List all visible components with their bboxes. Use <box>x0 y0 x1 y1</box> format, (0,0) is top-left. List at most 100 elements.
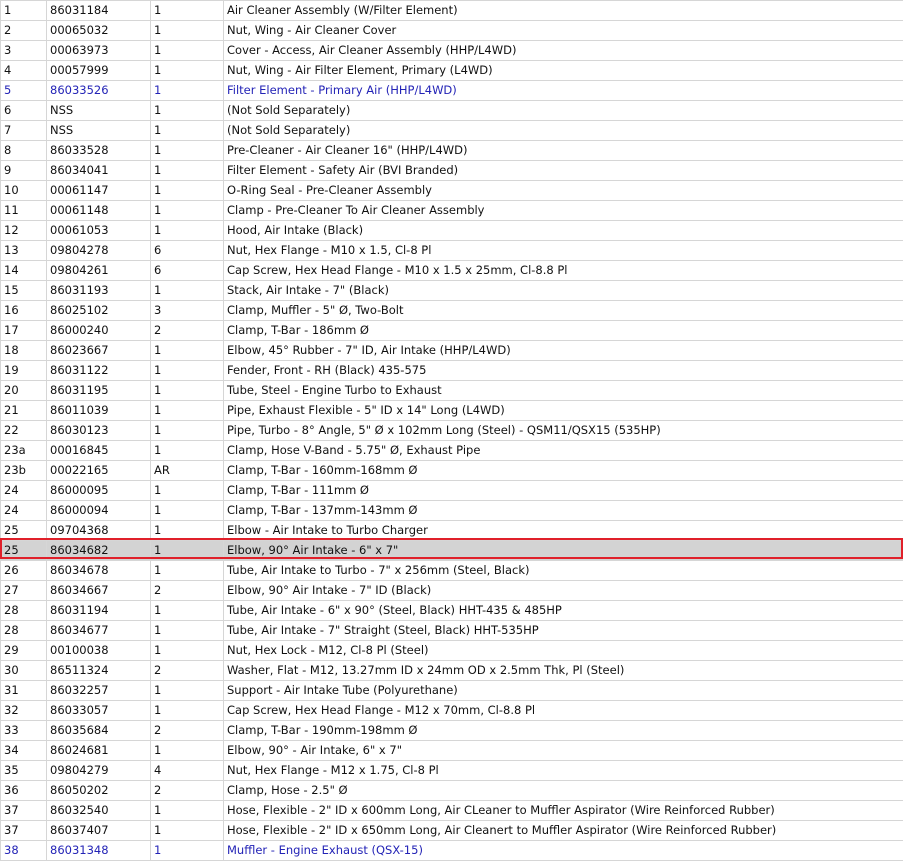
table-row-selected[interactable]: 25860346821Elbow, 90° Air Intake - 6" x … <box>1 541 903 561</box>
ref-number-cell: 9 <box>1 161 47 181</box>
table-row[interactable]: 2000650321Nut, Wing - Air Cleaner Cover <box>1 21 903 41</box>
ref-number-cell: 28 <box>1 601 47 621</box>
table-row[interactable]: 19860311221Fender, Front - RH (Black) 43… <box>1 361 903 381</box>
table-row[interactable]: 34860246811Elbow, 90° - Air Intake, 6" x… <box>1 741 903 761</box>
quantity-cell[interactable]: 1 <box>151 81 224 101</box>
table-row[interactable]: 13098042786Nut, Hex Flange - M10 x 1.5, … <box>1 241 903 261</box>
ref-number-cell: 37 <box>1 821 47 841</box>
table-row[interactable]: 31860322571Support - Air Intake Tube (Po… <box>1 681 903 701</box>
description-cell: Clamp, T-Bar - 190mm-198mm Ø <box>224 721 903 741</box>
part-number-cell: 00016845 <box>47 441 151 461</box>
quantity-cell: 1 <box>151 361 224 381</box>
ref-number-cell: 25 <box>1 541 47 561</box>
ref-number-cell: 33 <box>1 721 47 741</box>
table-row[interactable]: 26860346781Tube, Air Intake to Turbo - 7… <box>1 561 903 581</box>
table-row[interactable]: 29001000381Nut, Hex Lock - M12, Cl-8 Pl … <box>1 641 903 661</box>
table-row[interactable]: 18860236671Elbow, 45° Rubber - 7" ID, Ai… <box>1 341 903 361</box>
table-row[interactable]: 10000611471O-Ring Seal - Pre-Cleaner Ass… <box>1 181 903 201</box>
table-row[interactable]: 36860502022Clamp, Hose - 2.5" Ø <box>1 781 903 801</box>
part-number-cell: 86033528 <box>47 141 151 161</box>
part-number-cell: 86023667 <box>47 341 151 361</box>
quantity-cell: 1 <box>151 221 224 241</box>
table-row[interactable]: 1860311841Air Cleaner Assembly (W/Filter… <box>1 1 903 21</box>
table-row[interactable]: 27860346672Elbow, 90° Air Intake - 7" ID… <box>1 581 903 601</box>
description-cell: Tube, Steel - Engine Turbo to Exhaust <box>224 381 903 401</box>
part-number-cell: 86050202 <box>47 781 151 801</box>
part-number-cell: 86034677 <box>47 621 151 641</box>
description-cell: Elbow - Air Intake to Turbo Charger <box>224 521 903 541</box>
table-row[interactable]: 3000639731Cover - Access, Air Cleaner As… <box>1 41 903 61</box>
quantity-cell: 1 <box>151 441 224 461</box>
table-row[interactable]: 37860325401Hose, Flexible - 2" ID x 600m… <box>1 801 903 821</box>
table-row[interactable]: 12000610531Hood, Air Intake (Black) <box>1 221 903 241</box>
table-row[interactable]: 11000611481Clamp - Pre-Cleaner To Air Cl… <box>1 201 903 221</box>
description-cell: Cap Screw, Hex Head Flange - M10 x 1.5 x… <box>224 261 903 281</box>
table-row[interactable]: 21860110391Pipe, Exhaust Flexible - 5" I… <box>1 401 903 421</box>
table-row[interactable]: 35098042794Nut, Hex Flange - M12 x 1.75,… <box>1 761 903 781</box>
table-row[interactable]: 9860340411Filter Element - Safety Air (B… <box>1 161 903 181</box>
part-number-cell: 00065032 <box>47 21 151 41</box>
table-row[interactable]: 6NSS1(Not Sold Separately) <box>1 101 903 121</box>
quantity-cell: 1 <box>151 401 224 421</box>
ref-number-cell: 23a <box>1 441 47 461</box>
part-number-cell: 00061147 <box>47 181 151 201</box>
description-cell[interactable]: Filter Element - Primary Air (HHP/L4WD) <box>224 81 903 101</box>
table-row[interactable]: 24860000941Clamp, T-Bar - 137mm-143mm Ø <box>1 501 903 521</box>
table-row[interactable]: 5860335261Filter Element - Primary Air (… <box>1 81 903 101</box>
parts-table-body: 1860311841Air Cleaner Assembly (W/Filter… <box>1 1 903 861</box>
ref-number-cell: 4 <box>1 61 47 81</box>
table-row[interactable]: 28860346771Tube, Air Intake - 7" Straigh… <box>1 621 903 641</box>
table-row[interactable]: 33860356842Clamp, T-Bar - 190mm-198mm Ø <box>1 721 903 741</box>
part-number-cell: 86031194 <box>47 601 151 621</box>
quantity-cell: 1 <box>151 281 224 301</box>
table-row[interactable]: 24860000951Clamp, T-Bar - 111mm Ø <box>1 481 903 501</box>
ref-number-cell: 13 <box>1 241 47 261</box>
part-number-cell: NSS <box>47 121 151 141</box>
ref-number-cell: 27 <box>1 581 47 601</box>
table-row[interactable]: 30865113242Washer, Flat - M12, 13.27mm I… <box>1 661 903 681</box>
table-row[interactable]: 8860335281Pre-Cleaner - Air Cleaner 16" … <box>1 141 903 161</box>
table-row[interactable]: 23a000168451Clamp, Hose V-Band - 5.75" Ø… <box>1 441 903 461</box>
part-number-cell: 86032257 <box>47 681 151 701</box>
parts-table: 1860311841Air Cleaner Assembly (W/Filter… <box>0 0 903 861</box>
description-cell: Clamp, T-Bar - 137mm-143mm Ø <box>224 501 903 521</box>
description-cell: Air Cleaner Assembly (W/Filter Element) <box>224 1 903 21</box>
table-row[interactable]: 4000579991Nut, Wing - Air Filter Element… <box>1 61 903 81</box>
ref-number-cell: 29 <box>1 641 47 661</box>
quantity-cell: 1 <box>151 1 224 21</box>
ref-number-cell: 19 <box>1 361 47 381</box>
part-number-cell: 86000094 <box>47 501 151 521</box>
ref-number-cell: 31 <box>1 681 47 701</box>
description-cell: Pipe, Exhaust Flexible - 5" ID x 14" Lon… <box>224 401 903 421</box>
ref-number-cell: 12 <box>1 221 47 241</box>
ref-number-cell: 32 <box>1 701 47 721</box>
quantity-cell: 2 <box>151 661 224 681</box>
table-row[interactable]: 32860330571Cap Screw, Hex Head Flange - … <box>1 701 903 721</box>
table-row[interactable]: 23b00022165ARClamp, T-Bar - 160mm-168mm … <box>1 461 903 481</box>
part-number-cell: 86034678 <box>47 561 151 581</box>
ref-number-cell: 25 <box>1 521 47 541</box>
table-row[interactable]: 22860301231Pipe, Turbo - 8° Angle, 5" Ø … <box>1 421 903 441</box>
table-row[interactable]: 16860251023Clamp, Muffler - 5" Ø, Two-Bo… <box>1 301 903 321</box>
part-number-cell: 86031184 <box>47 1 151 21</box>
table-row[interactable]: 37860374071Hose, Flexible - 2" ID x 650m… <box>1 821 903 841</box>
description-cell: Clamp, T-Bar - 160mm-168mm Ø <box>224 461 903 481</box>
table-row[interactable]: 14098042616Cap Screw, Hex Head Flange - … <box>1 261 903 281</box>
table-row[interactable]: 7NSS1(Not Sold Separately) <box>1 121 903 141</box>
description-cell: Cap Screw, Hex Head Flange - M12 x 70mm,… <box>224 701 903 721</box>
quantity-cell: 1 <box>151 381 224 401</box>
table-row[interactable]: 20860311951Tube, Steel - Engine Turbo to… <box>1 381 903 401</box>
table-row[interactable]: 17860002402Clamp, T-Bar - 186mm Ø <box>1 321 903 341</box>
ref-number-cell[interactable]: 5 <box>1 81 47 101</box>
description-cell: Pre-Cleaner - Air Cleaner 16" (HHP/L4WD) <box>224 141 903 161</box>
description-cell: (Not Sold Separately) <box>224 121 903 141</box>
table-row[interactable]: 28860311941Tube, Air Intake - 6" x 90° (… <box>1 601 903 621</box>
part-number-cell[interactable]: 86033526 <box>47 81 151 101</box>
description-cell: Elbow, 90° - Air Intake, 6" x 7" <box>224 741 903 761</box>
table-row[interactable]: 15860311931Stack, Air Intake - 7" (Black… <box>1 281 903 301</box>
description-cell: Clamp, Hose - 2.5" Ø <box>224 781 903 801</box>
part-number-cell: 09804261 <box>47 261 151 281</box>
ref-number-cell: 14 <box>1 261 47 281</box>
table-row[interactable]: 25097043681Elbow - Air Intake to Turbo C… <box>1 521 903 541</box>
ref-number-cell: 11 <box>1 201 47 221</box>
